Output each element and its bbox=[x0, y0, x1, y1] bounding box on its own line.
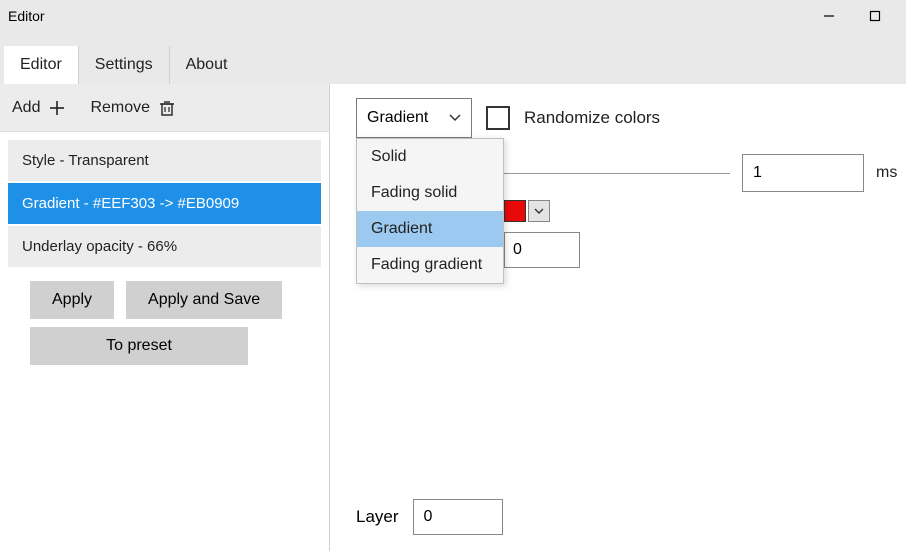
layer-label: Layer bbox=[356, 507, 399, 527]
apply-button[interactable]: Apply bbox=[30, 281, 114, 319]
tabbar: Editor Settings About bbox=[0, 32, 906, 84]
add-label: Add bbox=[12, 99, 40, 117]
color-swatch[interactable] bbox=[504, 200, 526, 222]
color-row bbox=[504, 200, 906, 222]
type-option-fading-gradient[interactable]: Fading gradient bbox=[357, 247, 503, 283]
plus-icon bbox=[48, 99, 66, 117]
window-title: Editor bbox=[8, 8, 806, 24]
number-row bbox=[504, 232, 906, 268]
randomize-label: Randomize colors bbox=[524, 108, 660, 128]
button-row: Apply Apply and Save bbox=[0, 275, 329, 319]
randomize-checkbox[interactable] bbox=[486, 106, 510, 130]
add-button[interactable]: Add bbox=[12, 99, 66, 117]
type-option-gradient[interactable]: Gradient bbox=[357, 211, 503, 247]
button-row-2: To preset bbox=[0, 319, 329, 373]
color-dropdown-button[interactable] bbox=[528, 200, 550, 222]
remove-label: Remove bbox=[90, 99, 150, 117]
maximize-button[interactable] bbox=[852, 0, 898, 32]
chevron-down-icon bbox=[534, 208, 544, 214]
sidebar: Add Remove Style - Transparent Gradient … bbox=[0, 84, 330, 551]
duration-unit: ms bbox=[876, 164, 897, 182]
duration-input[interactable] bbox=[742, 154, 864, 192]
type-select[interactable]: Gradient Solid Fading solid Gradient Fad… bbox=[356, 98, 472, 138]
tab-about[interactable]: About bbox=[170, 46, 244, 84]
chevron-down-icon bbox=[449, 114, 461, 122]
minimize-button[interactable] bbox=[806, 0, 852, 32]
list-item[interactable]: Style - Transparent bbox=[8, 140, 321, 181]
trash-icon bbox=[158, 99, 176, 117]
list-item[interactable]: Underlay opacity - 66% bbox=[8, 226, 321, 267]
layer-list: Style - Transparent Gradient - #EEF303 -… bbox=[0, 132, 329, 275]
titlebar: Editor bbox=[0, 0, 906, 32]
number-input[interactable] bbox=[504, 232, 580, 268]
type-select-menu: Solid Fading solid Gradient Fading gradi… bbox=[356, 138, 504, 284]
tab-editor[interactable]: Editor bbox=[4, 46, 79, 84]
type-row: Gradient Solid Fading solid Gradient Fad… bbox=[356, 98, 906, 138]
layer-input[interactable] bbox=[413, 499, 503, 535]
type-select-button[interactable]: Gradient bbox=[356, 98, 472, 138]
content: Add Remove Style - Transparent Gradient … bbox=[0, 84, 906, 551]
sidebar-toolbar: Add Remove bbox=[0, 84, 329, 132]
main-panel: Gradient Solid Fading solid Gradient Fad… bbox=[330, 84, 906, 551]
tab-settings[interactable]: Settings bbox=[79, 46, 170, 84]
list-item[interactable]: Gradient - #EEF303 -> #EB0909 bbox=[8, 183, 321, 224]
type-select-value: Gradient bbox=[367, 109, 428, 127]
type-option-solid[interactable]: Solid bbox=[357, 139, 503, 175]
to-preset-button[interactable]: To preset bbox=[30, 327, 248, 365]
remove-button[interactable]: Remove bbox=[90, 99, 176, 117]
type-option-fading-solid[interactable]: Fading solid bbox=[357, 175, 503, 211]
apply-save-button[interactable]: Apply and Save bbox=[126, 281, 282, 319]
layer-row: Layer bbox=[356, 499, 503, 535]
